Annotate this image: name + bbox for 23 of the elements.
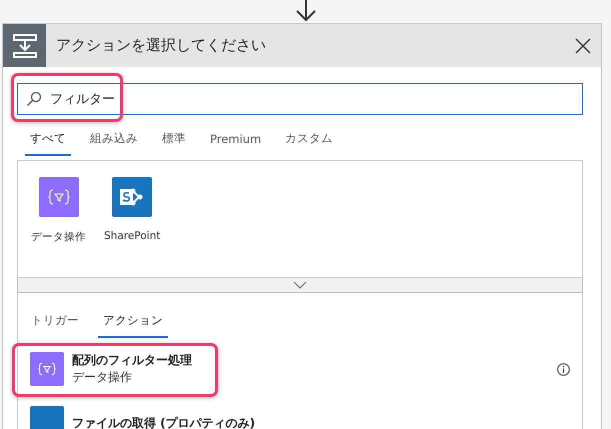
action-title: ファイルの取得 (プロパティのみ) xyxy=(72,414,256,429)
search-field[interactable]: フィルター xyxy=(17,83,583,115)
result-tab[interactable]: アクション xyxy=(98,311,168,338)
category-tab[interactable]: Premium xyxy=(205,129,266,156)
dialog-title: アクションを選択してください xyxy=(56,36,267,55)
down-arrow-icon xyxy=(294,0,318,22)
search-icon xyxy=(26,91,42,107)
category-tab[interactable]: 組み込み xyxy=(85,129,143,156)
connector-label: SharePoint xyxy=(104,230,160,242)
chevron-down-icon xyxy=(293,281,307,289)
category-tab[interactable]: 標準 xyxy=(157,129,191,156)
filter-braces-icon[interactable] xyxy=(38,177,78,217)
action-item[interactable]: ファイルの取得 (プロパティのみ) xyxy=(18,400,582,429)
action-title: 配列のフィルター処理 xyxy=(72,352,193,369)
connector-label: データ操作 xyxy=(31,230,86,244)
close-icon[interactable] xyxy=(575,38,591,54)
filter-braces-icon xyxy=(30,352,64,386)
result-tab[interactable]: トリガー xyxy=(26,311,84,338)
action-item[interactable]: 配列のフィルター処理 データ操作 xyxy=(18,346,582,392)
info-icon[interactable] xyxy=(557,362,570,376)
category-tab[interactable]: すべて xyxy=(25,129,71,156)
category-tab[interactable]: カスタム xyxy=(280,129,338,156)
action-connector: データ操作 xyxy=(72,369,133,386)
